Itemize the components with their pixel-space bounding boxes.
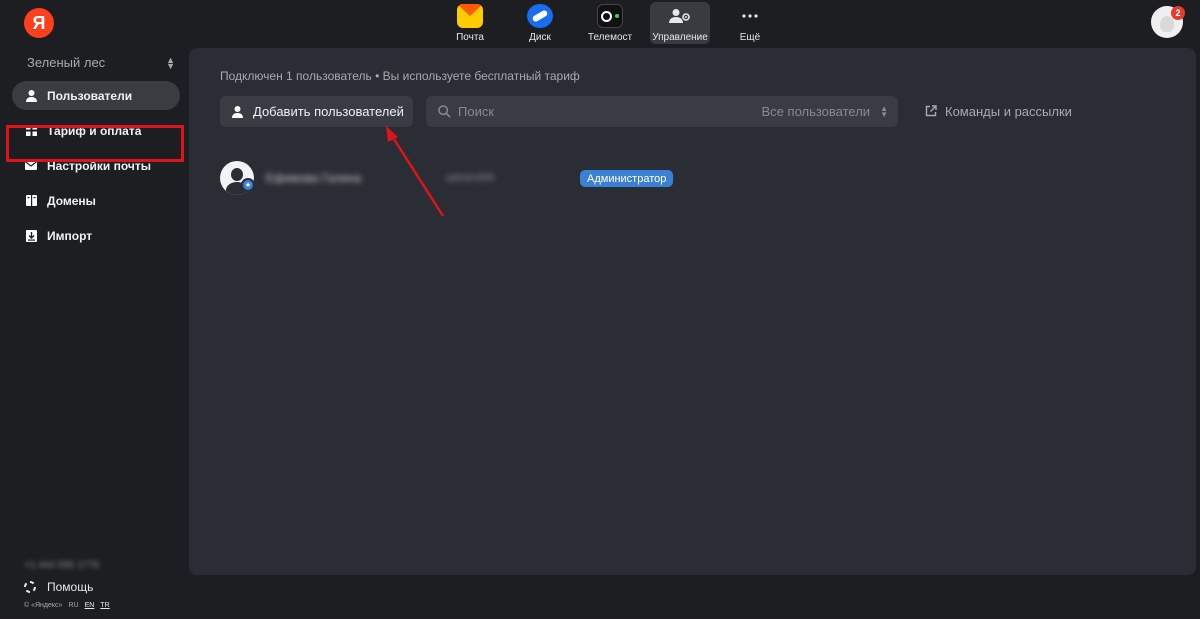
sort-arrows-icon: ▲ ▼ — [166, 54, 175, 71]
org-selector[interactable]: Зеленый лес ▲ ▼ — [27, 55, 175, 70]
search-input[interactable] — [458, 104, 762, 119]
teams-link[interactable]: Команды и рассылки — [925, 104, 1072, 119]
disk-icon — [527, 4, 553, 28]
user-icon — [25, 89, 37, 102]
user-icon — [232, 105, 244, 118]
highlight-box — [6, 125, 184, 162]
nav-telemost-label: Телемост — [587, 32, 633, 43]
copyright: © «Яндекс» — [24, 602, 63, 609]
help-link[interactable]: Помощь — [24, 580, 93, 594]
nav-telemost[interactable]: Телемост — [580, 2, 640, 44]
sidebar-item-domains[interactable]: Домены — [12, 186, 180, 215]
org-name: Зеленый лес — [27, 55, 106, 70]
sidebar-item-label: Пользователи — [47, 88, 133, 103]
mail-icon — [457, 4, 483, 28]
import-icon — [25, 229, 37, 242]
admin-icon — [667, 4, 693, 28]
user-filter-select[interactable]: Все пользователи ▲ ▼ — [762, 104, 888, 119]
nav-admin-label: Управление — [652, 32, 708, 43]
lang-en[interactable]: EN — [85, 602, 95, 609]
sidebar-item-users[interactable]: Пользователи — [12, 81, 180, 110]
main-panel: Подключен 1 пользователь • Вы использует… — [189, 48, 1196, 575]
role-badge: Администратор — [580, 170, 674, 187]
subscription-info: Подключен 1 пользователь • Вы использует… — [220, 69, 580, 83]
domain-icon — [25, 195, 37, 207]
search-bar: Все пользователи ▲▼ — [426, 96, 898, 127]
external-link-icon — [925, 105, 938, 118]
nav-mail[interactable]: Почта — [440, 2, 500, 44]
sidebar-menu: Пользователи Тариф и оплата Настройки по… — [12, 81, 180, 256]
filter-value: Все пользователи — [761, 104, 871, 119]
sidebar: Зеленый лес ▲ ▼ Пользователи Тариф и опла… — [0, 48, 188, 619]
sidebar-item-import[interactable]: Импорт — [12, 221, 180, 250]
nav-more-label: Ещё — [739, 32, 761, 43]
notification-badge: 2 — [1171, 6, 1185, 20]
more-icon — [737, 4, 763, 28]
footer: © «Яндекс» RU EN TR — [24, 602, 110, 609]
add-users-button[interactable]: Добавить пользователей — [220, 96, 413, 127]
lang-tr[interactable]: TR — [100, 602, 109, 609]
lang-ru[interactable]: RU — [68, 602, 78, 609]
telemost-icon — [597, 4, 623, 28]
nav-disk-label: Диск — [529, 32, 551, 43]
nav-more[interactable]: Ещё — [720, 2, 780, 44]
sidebar-item-label: Домены — [47, 193, 96, 208]
add-users-label: Добавить пользователей — [253, 104, 404, 119]
blurred-contact: +1 444 555 1776 — [24, 560, 100, 571]
sidebar-item-label: Импорт — [47, 228, 93, 243]
user-name: Ефимова Галина — [266, 171, 362, 185]
help-label: Помощь — [47, 580, 94, 594]
sort-arrows-icon: ▲ ▼ — [880, 103, 888, 119]
admin-star-icon: ★ — [241, 178, 255, 192]
lifebuoy-icon — [24, 581, 36, 593]
user-login: admin456 — [446, 172, 495, 184]
yandex-logo[interactable]: Я — [24, 8, 54, 38]
search-icon — [438, 105, 451, 118]
nav-disk[interactable]: Диск — [510, 2, 570, 44]
table-row[interactable]: ★ Ефимова Галина admin456 Администратор — [220, 158, 690, 198]
nav-mail-label: Почта — [456, 32, 484, 43]
nav-admin[interactable]: Управление — [650, 2, 710, 44]
top-navigation: Почта Диск Телемост Управление Ещё — [440, 2, 790, 44]
teams-label: Команды и рассылки — [945, 104, 1072, 119]
